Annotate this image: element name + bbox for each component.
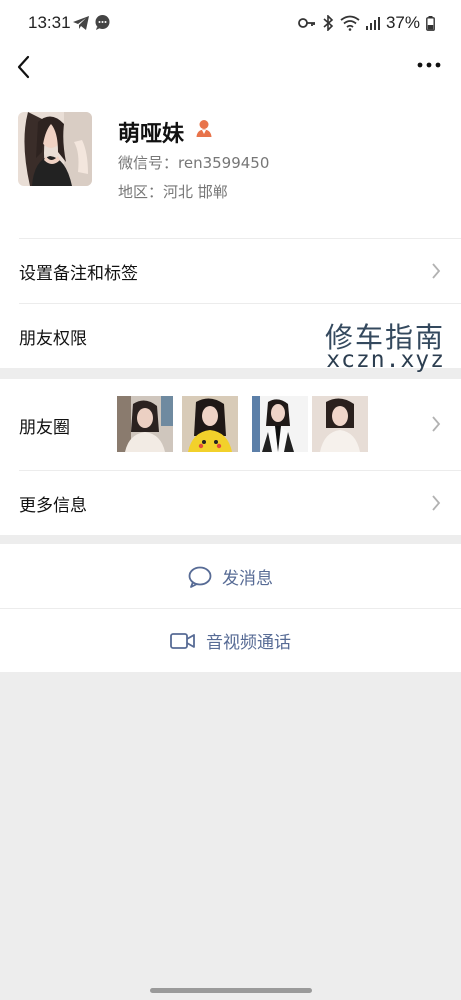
chevron-right-icon — [432, 263, 441, 279]
status-time: 13:31 — [28, 13, 71, 32]
signal-icon — [365, 17, 380, 30]
status-bar: 13:31 37% — [0, 0, 461, 46]
send-message-label: 发消息 — [222, 569, 273, 589]
chevron-right-icon — [432, 416, 441, 432]
female-icon — [196, 120, 212, 137]
send-message-button[interactable]: 发消息 — [0, 544, 461, 608]
moments-label: 朋友圈 — [19, 418, 70, 438]
video-call-button[interactable]: 音视频通话 — [0, 608, 461, 672]
chat-bubble-outline-icon — [188, 566, 212, 588]
region: 地区：河北 邯郸 — [118, 183, 228, 201]
moment-thumbnail-4[interactable] — [312, 396, 368, 452]
more-horizontal-icon[interactable] — [417, 58, 441, 72]
chat-bubble-icon — [95, 15, 110, 30]
battery-icon — [426, 15, 435, 31]
profile-name: 萌哑妹 — [118, 122, 185, 147]
more-info-row[interactable]: 更多信息 — [0, 470, 461, 535]
more-info-label: 更多信息 — [19, 496, 87, 516]
watermark-url: xczn.xyz — [326, 347, 445, 373]
avatar-photo — [18, 112, 92, 186]
moment-photo — [182, 396, 238, 452]
chevron-right-icon — [432, 495, 441, 511]
nav-bar — [0, 46, 461, 90]
battery-percent: 37% — [385, 13, 420, 32]
avatar[interactable] — [18, 112, 92, 186]
divider — [19, 470, 461, 471]
remark-tags-label: 设置备注和标签 — [19, 264, 138, 284]
system-icons: 37% — [298, 13, 435, 33]
telegram-icon — [73, 15, 89, 30]
notification-icons — [72, 14, 111, 31]
divider — [19, 303, 461, 304]
bluetooth-icon — [323, 15, 334, 31]
video-camera-icon — [170, 632, 195, 649]
divider — [19, 238, 461, 239]
wechat-id: 微信号：ren3599450 — [118, 154, 270, 172]
chevron-left-icon[interactable] — [12, 52, 38, 82]
moment-photo — [117, 396, 173, 452]
permissions-label: 朋友权限 — [19, 329, 87, 349]
moment-thumbnail-2[interactable] — [182, 396, 238, 452]
video-call-label: 音视频通话 — [206, 633, 291, 653]
moment-thumbnail-3[interactable] — [252, 396, 308, 452]
key-icon — [298, 18, 315, 28]
profile-header: 萌哑妹 微信号：ren3599450 地区：河北 邯郸 — [0, 90, 461, 238]
home-indicator[interactable] — [150, 988, 312, 993]
wifi-icon — [340, 15, 360, 31]
remark-tags-row[interactable]: 设置备注和标签 — [0, 238, 461, 303]
moment-photo — [252, 396, 308, 452]
divider — [0, 608, 461, 609]
moment-thumbnail-1[interactable] — [117, 396, 173, 452]
moment-photo — [312, 396, 368, 452]
